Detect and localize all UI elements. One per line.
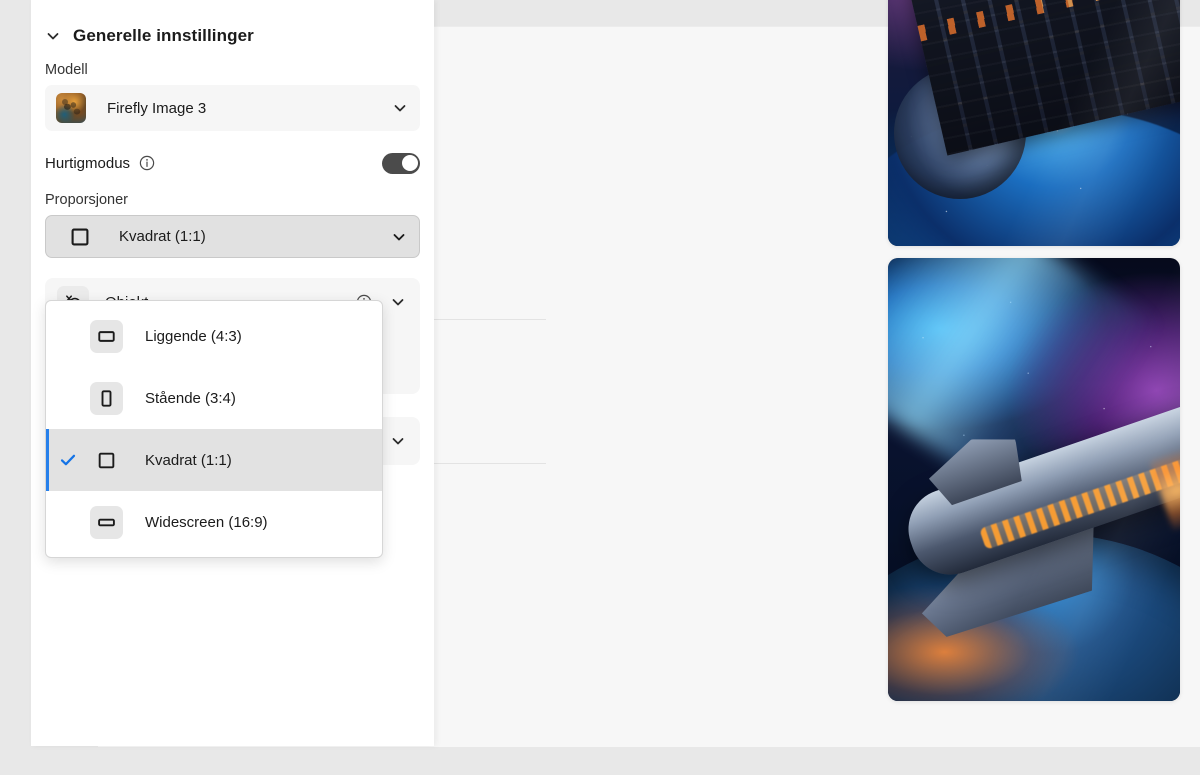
dropdown-option-label: Stående (3:4) bbox=[145, 389, 236, 407]
model-label: Modell bbox=[45, 62, 88, 78]
image-backdrop bbox=[888, 0, 1180, 246]
image-backdrop bbox=[888, 258, 1180, 701]
generated-image-2[interactable] bbox=[888, 258, 1180, 701]
dropdown-option-landscape[interactable]: Liggende (4:3) bbox=[46, 305, 382, 367]
model-picker[interactable]: Firefly Image 3 bbox=[45, 85, 420, 131]
dropdown-option-label: Kvadrat (1:1) bbox=[145, 451, 232, 469]
fast-mode-row: Hurtigmodus bbox=[45, 150, 420, 176]
leopard-thumbnail bbox=[56, 93, 86, 123]
aspect-ratio-label: Proporsjoner bbox=[45, 192, 129, 208]
app-root: Generelle innstillinger Modell Firefly I… bbox=[0, 0, 1200, 775]
dropdown-option-square[interactable]: Kvadrat (1:1) bbox=[46, 429, 382, 491]
dropdown-option-label: Widescreen (16:9) bbox=[145, 513, 268, 531]
model-value: Firefly Image 3 bbox=[107, 99, 207, 117]
page-title: Generelle innstillinger bbox=[73, 26, 254, 45]
fast-mode-label: Hurtigmodus bbox=[45, 154, 131, 172]
aspect-ratio-select[interactable]: Kvadrat (1:1) bbox=[45, 215, 420, 258]
results-gallery bbox=[888, 0, 1200, 775]
aspect-ratio-dropdown: Liggende (4:3) Stående (3:4) Kvadrat (1:… bbox=[45, 300, 383, 558]
dropdown-option-label: Liggende (4:3) bbox=[145, 327, 242, 345]
portrait-rect-icon bbox=[90, 381, 123, 415]
fast-mode-toggle[interactable] bbox=[382, 152, 420, 174]
chevron-down-icon[interactable] bbox=[390, 294, 406, 310]
widescreen-rect-icon bbox=[90, 505, 123, 539]
generated-image-1[interactable] bbox=[888, 0, 1180, 246]
dropdown-option-widescreen[interactable]: Widescreen (16:9) bbox=[46, 491, 382, 553]
chevron-down-icon bbox=[394, 105, 406, 112]
landscape-rect-icon bbox=[90, 319, 123, 353]
checkmark-icon bbox=[46, 451, 90, 469]
square-icon bbox=[90, 444, 123, 477]
dropdown-option-portrait[interactable]: Stående (3:4) bbox=[46, 367, 382, 429]
toggle-knob bbox=[401, 155, 418, 171]
chevron-down-icon[interactable] bbox=[390, 433, 406, 449]
info-icon[interactable] bbox=[139, 155, 155, 171]
chevron-down-icon bbox=[393, 233, 405, 240]
aspect-ratio-value: Kvadrat (1:1) bbox=[119, 228, 206, 245]
general-settings-header[interactable]: Generelle innstillinger bbox=[31, 0, 434, 46]
chevron-down-icon bbox=[47, 33, 59, 40]
square-icon bbox=[71, 228, 89, 245]
